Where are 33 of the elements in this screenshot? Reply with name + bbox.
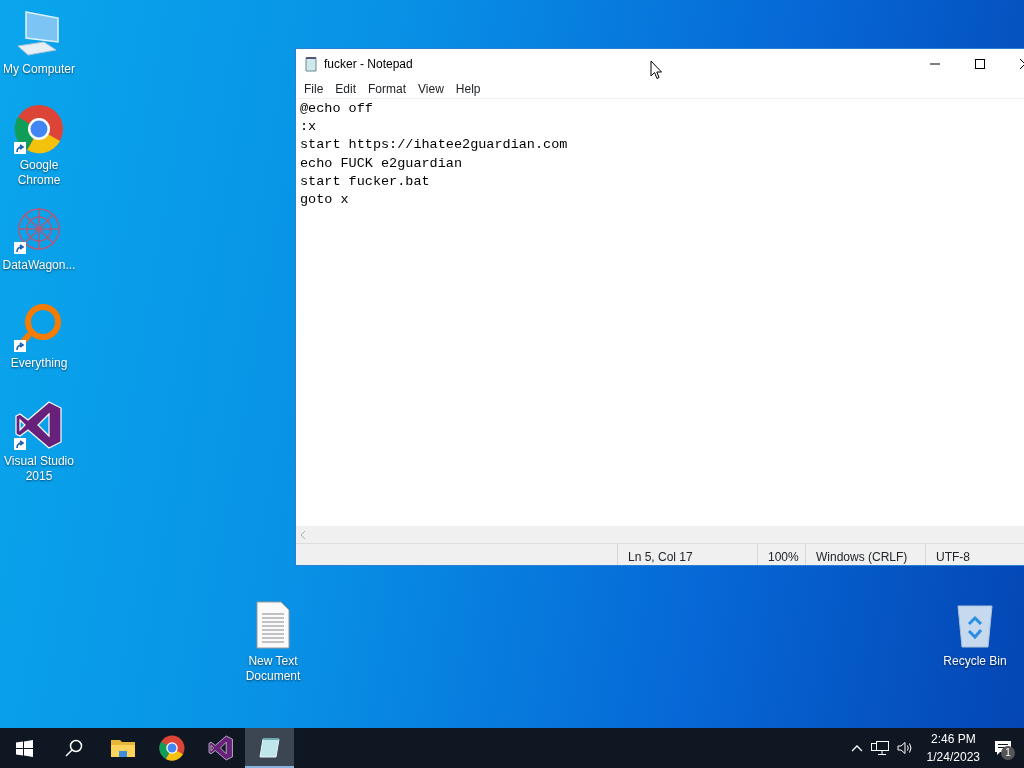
notepad-button[interactable] — [245, 728, 294, 768]
notification-count: 1 — [1001, 746, 1015, 760]
icon-label[interactable]: Recycle Bin — [943, 654, 1007, 669]
code-line: @echo off — [300, 100, 374, 118]
code-line: :x — [300, 118, 318, 137]
visual-studio-icon[interactable] — [207, 735, 234, 761]
search-icon[interactable] — [64, 739, 83, 757]
show-hidden-icons-button[interactable] — [850, 744, 863, 752]
volume-icon[interactable] — [896, 741, 913, 755]
menu-item[interactable]: Help — [449, 79, 487, 98]
chrome-icon[interactable] — [158, 735, 185, 761]
windows-logo-icon[interactable] — [16, 739, 33, 757]
code-line: echo FUCK e2guardian — [300, 154, 464, 173]
status-cell: 100% — [757, 544, 805, 565]
status-cell: Ln 5, Col 17 — [617, 544, 757, 565]
maximize-icon[interactable] — [974, 59, 985, 69]
visual-studio-icon[interactable] — [14, 400, 64, 450]
window-title: fucker - Notepad — [324, 56, 413, 73]
code-line: start fucker.bat — [300, 172, 431, 191]
menu-item[interactable]: Edit — [329, 79, 363, 98]
clock-date[interactable]: 1/24/2023 — [926, 748, 980, 766]
menu-item[interactable]: Format — [362, 79, 413, 98]
status-cell: Windows (CRLF) — [805, 544, 925, 565]
menu-item[interactable]: File — [298, 79, 330, 98]
notepad-icon — [304, 56, 318, 72]
menu-item[interactable]: View — [412, 79, 450, 98]
status-cell: UTF-8 — [925, 544, 1024, 565]
clock-time[interactable]: 2:46 PM — [926, 730, 980, 748]
notepad-icon[interactable] — [257, 736, 282, 760]
code-line: goto x — [300, 191, 350, 209]
folder-icon[interactable] — [110, 738, 135, 758]
text-editor[interactable]: @echo off :x start https://ihatee2guardian.com echo FUCK e2guardian start fucker.bat goto x — [296, 99, 1024, 526]
code-line: start https://ihatee2guardian.com — [300, 136, 569, 155]
